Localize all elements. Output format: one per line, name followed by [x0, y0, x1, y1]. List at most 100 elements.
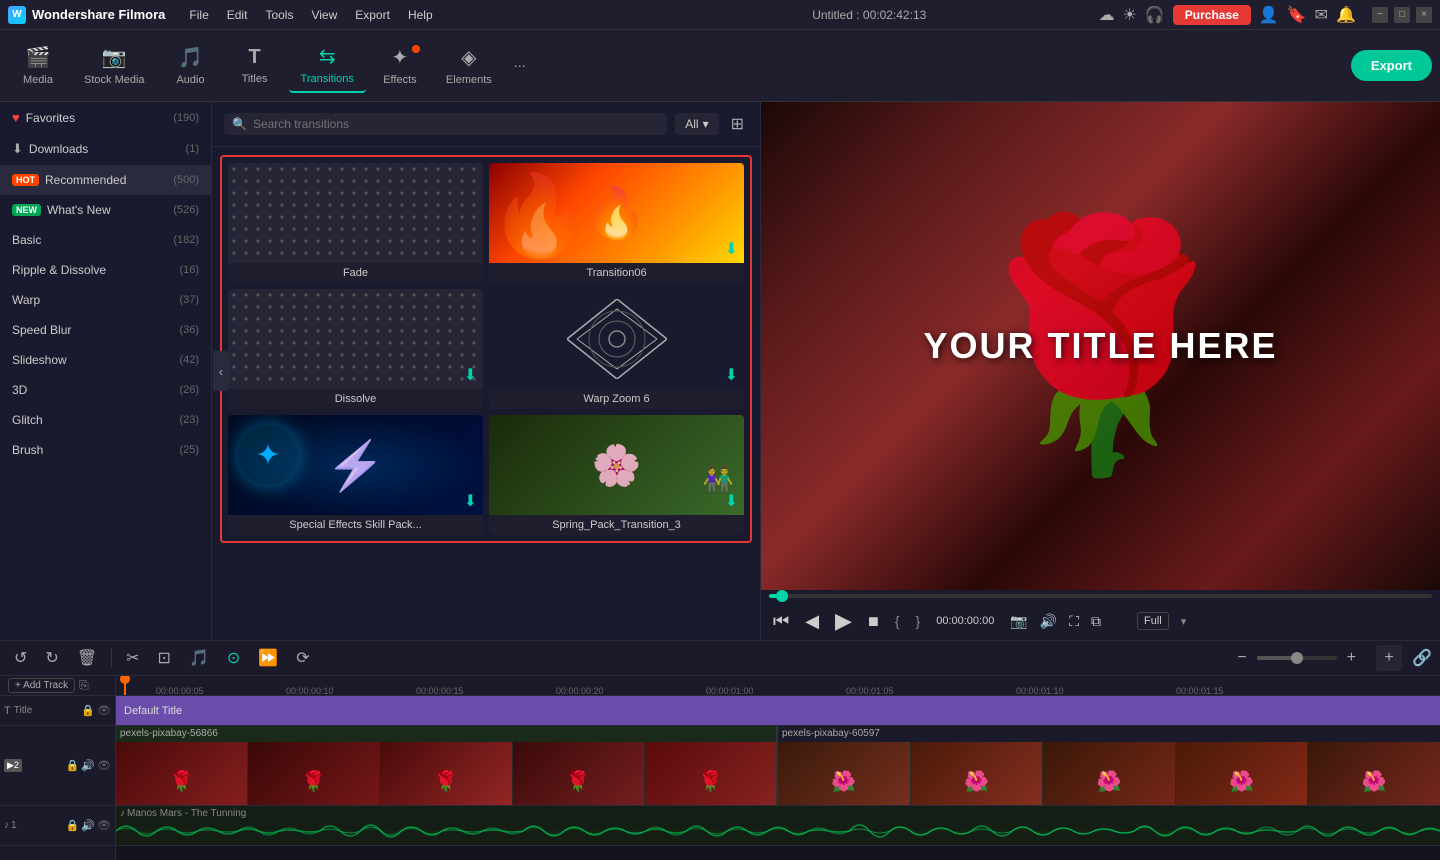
lock-icon[interactable]: 🔒: [81, 704, 95, 717]
stop-button[interactable]: ■: [864, 609, 883, 634]
mail-icon[interactable]: ✉: [1315, 5, 1328, 25]
transitions-selection-grid: Fade 🔥 ⬇ Transition06 ⬇: [220, 155, 752, 543]
panel-item-glitch[interactable]: Glitch (23): [0, 405, 211, 435]
cloud-icon[interactable]: ☁: [1099, 5, 1115, 25]
menu-bar: File Edit Tools View Export Help: [181, 4, 640, 26]
title-clip[interactable]: Default Title: [116, 696, 1440, 725]
play-button[interactable]: ▶: [831, 606, 856, 636]
snapshot-button[interactable]: 📷: [1006, 611, 1031, 632]
menu-export[interactable]: Export: [347, 4, 398, 26]
lock3-icon[interactable]: 🔒: [66, 819, 80, 832]
transition-spring-pack[interactable]: 🌸 👫 ⬇ Spring_Pack_Transition_3: [489, 415, 744, 535]
speaker-button[interactable]: 🔊: [1036, 611, 1061, 632]
revert-button[interactable]: ⟳: [290, 645, 315, 671]
search-input[interactable]: [253, 117, 659, 131]
timeline: ↺ ↻ 🗑 ✂ ⊡ 🎵 ⊙ ⏩ ⟳ − + + 🔗 + Add Track ⎘: [0, 640, 1440, 860]
toolbar-more-icon[interactable]: ⋯: [508, 53, 532, 79]
eye3-icon[interactable]: 👁: [97, 819, 111, 832]
add-track-label-button[interactable]: + Add Track: [8, 678, 75, 693]
speed-button[interactable]: ⏩: [252, 645, 284, 671]
panel-item-downloads[interactable]: ⬇ Downloads (1): [0, 133, 211, 165]
dissolve-label: Dissolve: [228, 389, 483, 409]
panel-item-brush[interactable]: Brush (25): [0, 435, 211, 465]
redo-button[interactable]: ↻: [39, 645, 64, 671]
zoom-slider[interactable]: [1257, 656, 1337, 660]
eye-icon[interactable]: 👁: [97, 704, 111, 717]
account-icon[interactable]: 👤: [1259, 5, 1279, 25]
close-button[interactable]: ×: [1416, 7, 1432, 23]
bookmark-icon[interactable]: 🔖: [1287, 5, 1307, 25]
music-icon: ♪: [4, 820, 9, 831]
preview-area: 🌹 YOUR TITLE HERE ⏮ ◀ ▶ ■ { } 00:00:00:0…: [760, 102, 1440, 640]
panel-collapse-button[interactable]: ‹: [213, 351, 229, 391]
tool-stock-media[interactable]: 📷 Stock Media: [72, 39, 157, 92]
export-button[interactable]: Export: [1351, 50, 1432, 81]
quality-button[interactable]: Full: [1137, 612, 1169, 630]
menu-tools[interactable]: Tools: [257, 4, 301, 26]
menu-help[interactable]: Help: [400, 4, 441, 26]
pip-button[interactable]: ⧉: [1087, 611, 1105, 632]
transition-dissolve[interactable]: ⬇ Dissolve: [228, 289, 483, 409]
panel-item-favorites[interactable]: ♥ Favorites (190): [0, 102, 211, 133]
title-track-name: Title: [14, 705, 33, 716]
slideshow-label: Slideshow: [12, 353, 67, 367]
step-back-button[interactable]: ◀: [801, 609, 823, 634]
transition-06[interactable]: 🔥 ⬇ Transition06: [489, 163, 744, 283]
audio-button[interactable]: 🎵: [183, 645, 215, 671]
maximize-button[interactable]: □: [1394, 7, 1410, 23]
tool-audio[interactable]: 🎵 Audio: [161, 39, 221, 92]
color-button[interactable]: ⊙: [221, 645, 246, 671]
zoom-out-button[interactable]: −: [1231, 646, 1252, 670]
transition-warp-zoom[interactable]: ⬇ Warp Zoom 6: [489, 289, 744, 409]
video-clip-2[interactable]: pexels-pixabay-60597 🌺 🌺 🌺 🌺 🌺: [778, 726, 1440, 805]
undo-button[interactable]: ↺: [8, 645, 33, 671]
panel-item-slideshow[interactable]: Slideshow (42): [0, 345, 211, 375]
crop-button[interactable]: ⊡: [152, 645, 177, 671]
tool-media[interactable]: 🎬 Media: [8, 39, 68, 92]
lock2-icon[interactable]: 🔒: [66, 759, 80, 772]
panel-item-warp[interactable]: Warp (37): [0, 285, 211, 315]
track-add-row: + Add Track ⎘: [0, 676, 115, 696]
fullscreen-button[interactable]: ⛶: [1065, 611, 1083, 632]
tool-effects[interactable]: ✦ Effects: [370, 39, 430, 92]
warp-zoom-thumbnail: ⬇: [489, 289, 744, 389]
video-clip-1[interactable]: pexels-pixabay-56866 🌹 🌹 🌹 🌹 🌹: [116, 726, 778, 805]
tool-titles[interactable]: T Titles: [225, 40, 285, 91]
audio-track-name: ♪ 1: [4, 820, 17, 831]
sun-icon[interactable]: ☀: [1123, 5, 1137, 25]
headphone-icon[interactable]: 🎧: [1145, 5, 1165, 25]
purchase-button[interactable]: Purchase: [1173, 5, 1251, 25]
filter-button[interactable]: All ▾: [675, 113, 718, 135]
transitions-label: Transitions: [301, 73, 354, 85]
menu-view[interactable]: View: [303, 4, 345, 26]
transition-special-effects[interactable]: ⚡ ✦ ⬇ Special Effects Skill Pack...: [228, 415, 483, 535]
panel-item-basic[interactable]: Basic (182): [0, 225, 211, 255]
tool-elements[interactable]: ◈ Elements: [434, 39, 504, 92]
speaker2-icon[interactable]: 🔊: [81, 759, 95, 772]
eye2-icon[interactable]: 👁: [97, 759, 111, 772]
minimize-button[interactable]: −: [1372, 7, 1388, 23]
rewind-button[interactable]: ⏮: [769, 609, 793, 634]
preview-controls: ⏮ ◀ ▶ ■ { } 00:00:00:00 📷 🔊 ⛶ ⧉ Full ▾: [761, 590, 1440, 640]
panel-item-ripple[interactable]: Ripple & Dissolve (16): [0, 255, 211, 285]
transition-fade[interactable]: Fade: [228, 163, 483, 283]
link-button[interactable]: 🔗: [1412, 648, 1432, 668]
panel-item-3d[interactable]: 3D (26): [0, 375, 211, 405]
speaker3-icon[interactable]: 🔊: [81, 819, 95, 832]
bell-icon[interactable]: 🔔: [1336, 5, 1356, 25]
menu-file[interactable]: File: [181, 4, 216, 26]
cut-button[interactable]: ✂: [120, 645, 145, 671]
panel-item-whats-new[interactable]: NEW What's New (526): [0, 195, 211, 225]
delete-button[interactable]: 🗑: [71, 645, 103, 671]
panel-item-speed-blur[interactable]: Speed Blur (36): [0, 315, 211, 345]
progress-bar[interactable]: [769, 594, 1432, 598]
add-track-button[interactable]: +: [1376, 645, 1402, 671]
audio-label: Audio: [176, 74, 204, 86]
video2-label: pexels-pixabay-60597: [782, 728, 880, 739]
zoom-in-button[interactable]: +: [1341, 646, 1362, 670]
grid-view-button[interactable]: ⊞: [727, 110, 748, 138]
link-track-button[interactable]: ⎘: [79, 678, 89, 693]
panel-item-recommended[interactable]: HOT Recommended (500): [0, 165, 211, 195]
menu-edit[interactable]: Edit: [219, 4, 256, 26]
tool-transitions[interactable]: ⇆ Transitions: [289, 38, 366, 93]
